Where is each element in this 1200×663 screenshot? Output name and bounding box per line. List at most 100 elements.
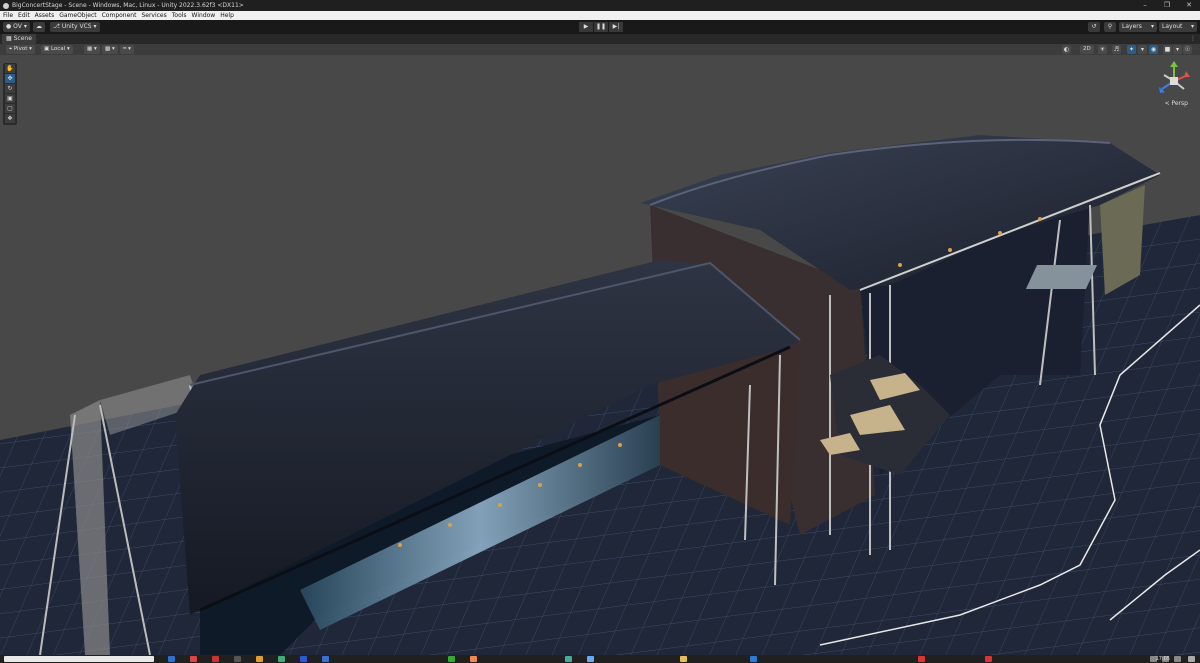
- taskbar-app-icon[interactable]: [168, 656, 175, 662]
- 2d-label: 2D: [1083, 46, 1091, 52]
- vcs-dropdown[interactable]: ⎇ Unity VCS ▾: [50, 22, 100, 32]
- scene-render: [0, 135, 1200, 655]
- incremental-snap-dropdown[interactable]: ═ ▾: [120, 45, 134, 54]
- transform-icon: ❖: [7, 115, 13, 122]
- taskbar-app-icon[interactable]: [448, 656, 455, 662]
- branch-icon: ⎇: [53, 23, 60, 30]
- menu-edit[interactable]: Edit: [18, 12, 30, 19]
- menu-services[interactable]: Services: [141, 12, 166, 19]
- scene-icon: ▦: [6, 35, 12, 42]
- menu-gameobject[interactable]: GameObject: [59, 12, 96, 19]
- hidden-objects-toggle[interactable]: ◉: [1149, 45, 1158, 54]
- history-button[interactable]: ↺: [1088, 22, 1100, 32]
- taskbar-app-icon[interactable]: [300, 656, 307, 662]
- cloud-icon: ☁: [36, 23, 42, 30]
- tray-battery-icon[interactable]: [1174, 656, 1181, 662]
- pivot-icon: ⌖: [9, 46, 13, 52]
- ruler-icon: ═: [123, 46, 127, 52]
- chevron-down-icon: ▾: [1190, 23, 1194, 30]
- taskbar-search[interactable]: [4, 656, 154, 662]
- title-bar: BigConcertStage - Scene - Windows, Mac, …: [0, 0, 1200, 11]
- step-button[interactable]: ▶|: [609, 22, 623, 32]
- rotate-tool[interactable]: ↻: [5, 84, 15, 93]
- camera-icon: ■: [1164, 46, 1171, 53]
- os-taskbar: 17:05: [0, 655, 1200, 663]
- effects-dropdown[interactable]: ▾: [1138, 45, 1147, 54]
- cloud-button[interactable]: ☁: [33, 22, 45, 32]
- rect-icon: ▢: [7, 105, 13, 112]
- grid-icon: ▦: [87, 46, 93, 52]
- hand-tool[interactable]: ✋: [5, 64, 15, 73]
- draw-mode-button[interactable]: ◐: [1062, 45, 1071, 54]
- chevron-down-icon: ▾: [23, 23, 27, 30]
- menu-component[interactable]: Component: [102, 12, 137, 19]
- more-options-icon[interactable]: ⋮: [1190, 34, 1196, 44]
- taskbar-app-icon[interactable]: [680, 656, 687, 662]
- chevron-down-icon: ▾: [93, 23, 97, 30]
- taskbar-app-icon[interactable]: [190, 656, 197, 662]
- main-toolbar: ● OV ▾ ☁ ⎇ Unity VCS ▾ ▶ ❚❚ ▶| ↺ ⚲ Layer…: [0, 20, 1200, 34]
- taskbar-app-icon[interactable]: [985, 656, 992, 662]
- tab-scene[interactable]: ▦ Scene: [2, 34, 36, 44]
- camera-dropdown[interactable]: ▾: [1173, 45, 1182, 54]
- chevron-down-icon: ▾: [66, 46, 70, 52]
- notification-icon[interactable]: [1188, 656, 1195, 662]
- minimize-button[interactable]: –: [1134, 0, 1156, 11]
- menu-file[interactable]: File: [3, 12, 13, 19]
- maximize-button[interactable]: ❐: [1156, 0, 1178, 11]
- chevron-down-icon: ▾: [128, 46, 131, 52]
- account-label: OV: [13, 23, 22, 30]
- effects-toggle[interactable]: ✦: [1127, 45, 1136, 54]
- taskbar-app-icon[interactable]: [322, 656, 329, 662]
- taskbar-app-icon[interactable]: [565, 656, 572, 662]
- local-dropdown[interactable]: ▣ Local ▾: [41, 45, 73, 54]
- sphere-icon: ◐: [1063, 46, 1070, 53]
- pivot-dropdown[interactable]: ⌖ Pivot ▾: [6, 45, 35, 54]
- gizmos-toggle[interactable]: ☉: [1183, 45, 1192, 54]
- search-button[interactable]: ⚲: [1104, 22, 1116, 32]
- layers-dropdown[interactable]: Layers ▾: [1119, 22, 1157, 32]
- window-controls: – ❐ ✕: [1134, 0, 1200, 11]
- transform-tool[interactable]: ❖: [5, 114, 15, 123]
- close-button[interactable]: ✕: [1178, 0, 1200, 11]
- account-dropdown[interactable]: ● OV ▾: [3, 22, 30, 32]
- grid-snap-dropdown[interactable]: ▦ ▾: [84, 45, 100, 54]
- 2d-toggle[interactable]: 2D: [1080, 45, 1094, 54]
- taskbar-app-icon[interactable]: [256, 656, 263, 662]
- eye-icon: ◉: [1150, 46, 1157, 53]
- projection-label[interactable]: < Persp: [1165, 100, 1188, 107]
- menu-window[interactable]: Window: [192, 12, 216, 19]
- pause-icon: ❚❚: [595, 23, 607, 30]
- menu-assets[interactable]: Assets: [35, 12, 55, 19]
- menu-help[interactable]: Help: [220, 12, 234, 19]
- taskbar-app-icon[interactable]: [278, 656, 285, 662]
- effects-icon: ✦: [1128, 46, 1135, 53]
- play-button[interactable]: ▶: [579, 22, 593, 32]
- menu-tools[interactable]: Tools: [172, 12, 187, 19]
- vcs-label: Unity VCS: [61, 23, 92, 30]
- taskbar-app-icon[interactable]: [587, 656, 594, 662]
- globe-icon: ☉: [1184, 46, 1191, 53]
- lighting-toggle[interactable]: ☀: [1098, 45, 1107, 54]
- audio-toggle[interactable]: ♬: [1112, 45, 1121, 54]
- taskbar-app-icon[interactable]: [212, 656, 219, 662]
- scale-tool[interactable]: ▣: [5, 94, 15, 103]
- move-icon: ✥: [7, 75, 13, 82]
- chevron-down-icon: ▾: [1150, 23, 1154, 30]
- menu-bar: File Edit Assets GameObject Component Se…: [0, 11, 1200, 20]
- rect-tool[interactable]: ▢: [5, 104, 15, 113]
- snap-increment-dropdown[interactable]: ▩ ▾: [102, 45, 118, 54]
- scale-icon: ▣: [7, 95, 13, 102]
- move-tool[interactable]: ✥: [5, 74, 15, 83]
- scene-viewport[interactable]: ✋ ✥ ↻ ▣ ▢ ❖ < Persp: [0, 55, 1200, 655]
- taskbar-clock[interactable]: 17:05: [1156, 655, 1170, 663]
- taskbar-app-icon[interactable]: [918, 656, 925, 662]
- tab-scene-label: Scene: [13, 35, 32, 42]
- camera-settings-button[interactable]: ■: [1163, 45, 1172, 54]
- taskbar-app-icon[interactable]: [750, 656, 757, 662]
- layout-dropdown[interactable]: Layout ▾: [1159, 22, 1197, 32]
- taskbar-app-icon[interactable]: [234, 656, 241, 662]
- tab-bar: ▦ Scene ⋮: [0, 34, 1200, 44]
- taskbar-app-icon[interactable]: [470, 656, 477, 662]
- pause-button[interactable]: ❚❚: [594, 22, 608, 32]
